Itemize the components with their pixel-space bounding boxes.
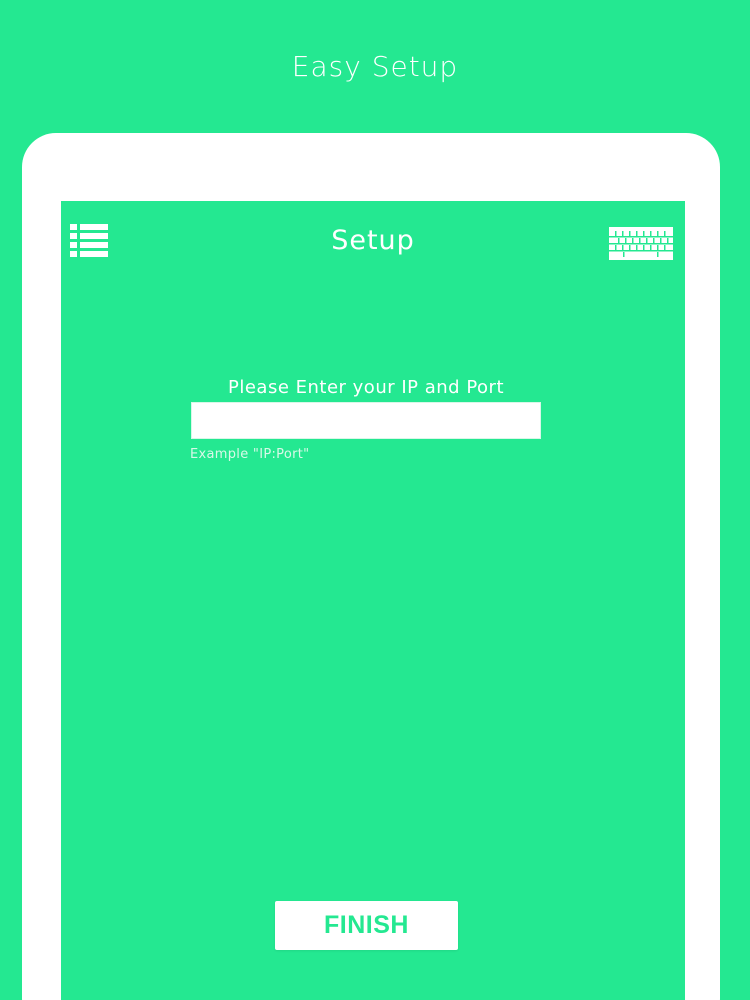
ip-port-input[interactable] (191, 402, 541, 439)
screen-title: Setup (331, 225, 415, 256)
ip-port-prompt: Please Enter your IP and Port (227, 377, 505, 398)
app-screen: Easy Setup Setup Please Enter your IP an… (0, 0, 750, 1000)
finish-button[interactable]: FINISH (275, 901, 458, 950)
tablet-screen: Setup Please Enter your IP and Port Exam… (61, 201, 685, 1000)
keyboard-icon[interactable] (609, 227, 673, 260)
page-headline: Easy Setup (291, 50, 459, 83)
ip-port-hint: Example "IP:Port" (190, 447, 310, 462)
